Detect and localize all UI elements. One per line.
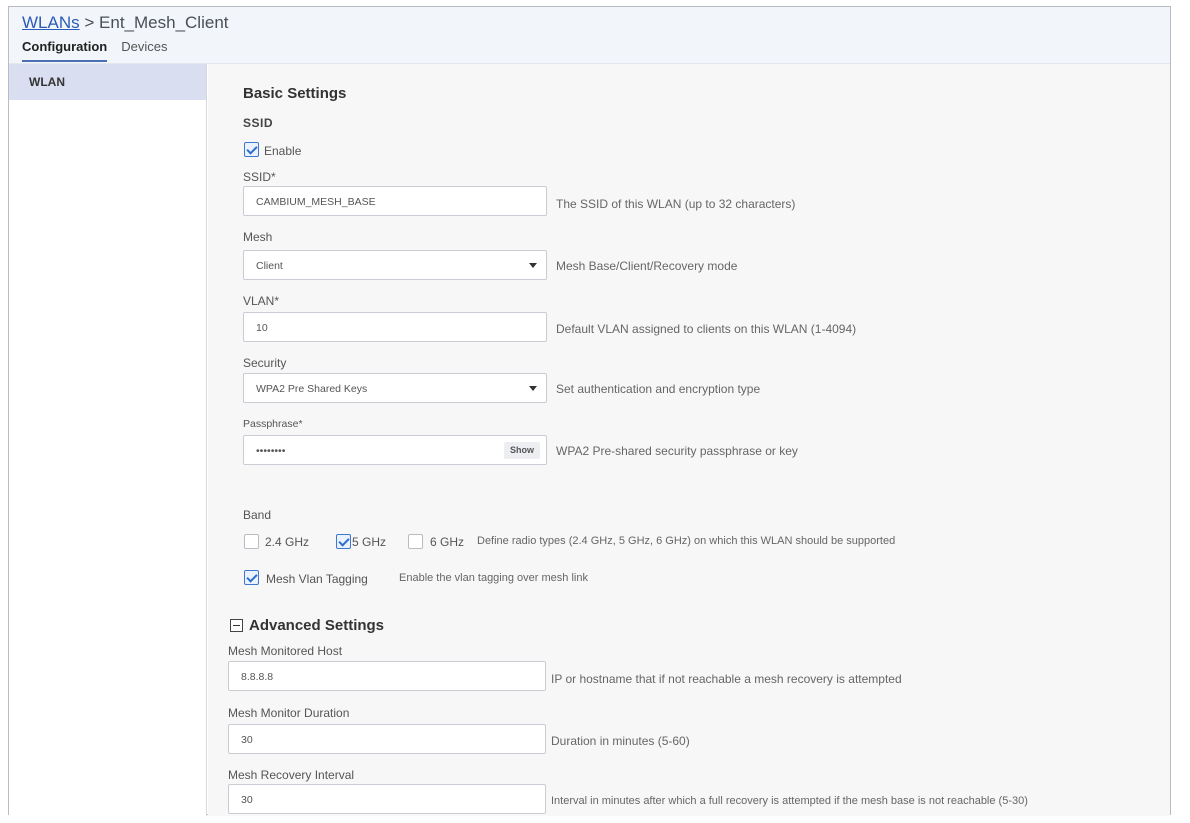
vlan-input[interactable]: 10 (243, 312, 547, 342)
security-help: Set authentication and encryption type (556, 382, 761, 396)
mesh-vlan-tagging-help: Enable the vlan tagging over mesh link (399, 572, 588, 584)
sidebar: WLAN (9, 64, 207, 816)
breadcrumb-wlans-link[interactable]: WLANs (22, 13, 80, 32)
mesh-select-value: Client (256, 260, 283, 272)
monitored-host-label: Mesh Monitored Host (228, 644, 343, 658)
mesh-vlan-tagging-checkbox[interactable] (244, 570, 259, 585)
collapse-minus-icon[interactable] (230, 619, 243, 632)
breadcrumb-separator: > (84, 13, 95, 32)
main-content: Basic Settings SSID Enable SSID* CAMBIUM… (208, 64, 1170, 816)
passphrase-value: •••••••• (256, 445, 286, 457)
band-help: Define radio types (2.4 GHz, 5 GHz, 6 GH… (477, 535, 896, 547)
security-select-value: WPA2 Pre Shared Keys (256, 383, 368, 395)
ssid-input[interactable]: CAMBIUM_MESH_BASE (243, 186, 547, 216)
tab-bar: Configuration Devices (22, 38, 167, 62)
recovery-interval-input[interactable]: 30 (228, 784, 546, 814)
passphrase-input[interactable]: •••••••• Show (243, 435, 547, 465)
header-bar: WLANs > Ent_Mesh_Client Configuration De… (9, 7, 1170, 64)
passphrase-label: Passphrase* (243, 418, 303, 430)
monitor-duration-label: Mesh Monitor Duration (228, 706, 350, 720)
enable-checkbox[interactable] (244, 142, 259, 157)
breadcrumb: WLANs > Ent_Mesh_Client (22, 13, 229, 33)
band-label: Band (243, 508, 272, 522)
breadcrumb-current: Ent_Mesh_Client (99, 13, 229, 32)
monitor-duration-help: Duration in minutes (5-60) (551, 734, 690, 748)
sidebar-item-wlan[interactable]: WLAN (9, 64, 206, 100)
ssid-section-title: SSID (243, 116, 274, 130)
mesh-vlan-tagging-label: Mesh Vlan Tagging (266, 572, 368, 586)
vlan-label: VLAN* (243, 294, 280, 308)
passphrase-help: WPA2 Pre-shared security passphrase or k… (556, 444, 798, 458)
wlan-config-window: WLANs > Ent_Mesh_Client Configuration De… (8, 6, 1171, 816)
mesh-help: Mesh Base/Client/Recovery mode (556, 259, 738, 273)
chevron-down-icon (529, 263, 537, 268)
ssid-label: SSID* (243, 170, 276, 184)
band-5ghz-label: 5 GHz (352, 535, 387, 549)
band-6ghz-label: 6 GHz (430, 535, 465, 549)
recovery-interval-label: Mesh Recovery Interval (228, 768, 355, 782)
tab-configuration[interactable]: Configuration (22, 38, 108, 62)
chevron-down-icon (529, 386, 537, 391)
monitor-duration-input[interactable]: 30 (228, 724, 546, 754)
ssid-help: The SSID of this WLAN (up to 32 characte… (556, 197, 796, 211)
security-label: Security (243, 356, 287, 370)
band-2-4ghz-label: 2.4 GHz (265, 535, 310, 549)
band-5ghz-checkbox[interactable] (336, 534, 351, 549)
recovery-interval-help: Interval in minutes after which a full r… (551, 795, 1028, 807)
monitored-host-input[interactable]: 8.8.8.8 (228, 661, 546, 691)
monitored-host-help: IP or hostname that if not reachable a m… (551, 672, 902, 686)
security-select[interactable]: WPA2 Pre Shared Keys (243, 373, 547, 403)
basic-settings-title: Basic Settings (243, 85, 347, 102)
vlan-help: Default VLAN assigned to clients on this… (556, 322, 857, 336)
advanced-settings-title[interactable]: Advanced Settings (249, 617, 384, 634)
show-passphrase-button[interactable]: Show (504, 442, 540, 459)
tab-devices[interactable]: Devices (121, 38, 167, 62)
band-6ghz-checkbox[interactable] (408, 534, 423, 549)
mesh-label: Mesh (243, 230, 273, 244)
band-2-4ghz-checkbox[interactable] (244, 534, 259, 549)
mesh-select[interactable]: Client (243, 250, 547, 280)
enable-label: Enable (264, 144, 302, 158)
